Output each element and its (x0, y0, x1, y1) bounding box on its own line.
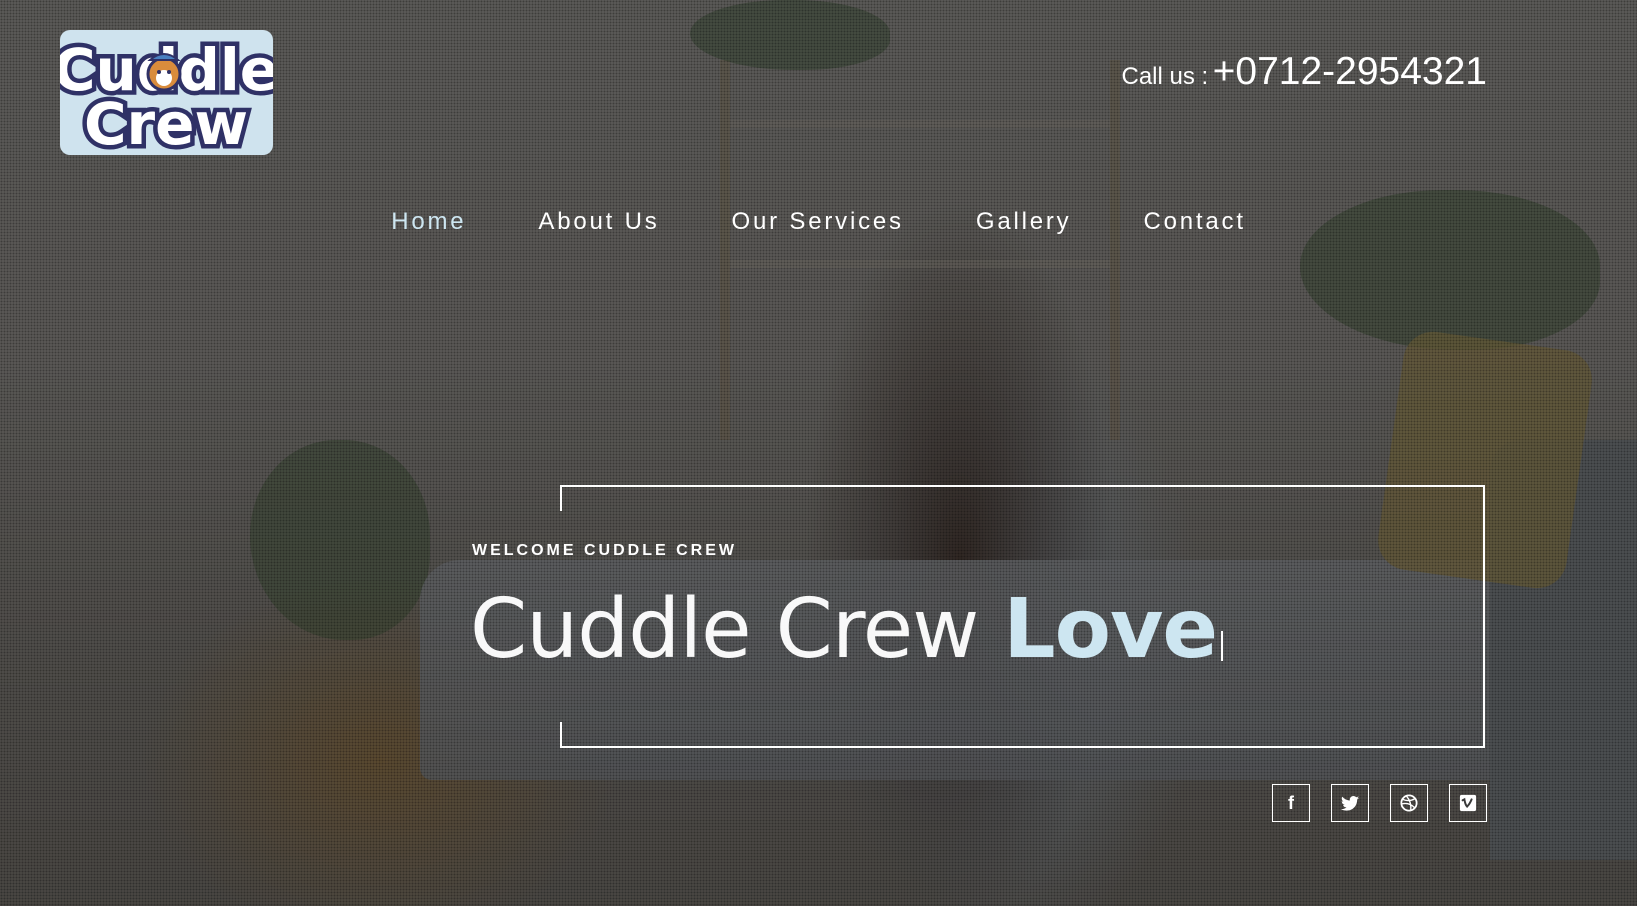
social-links: f (1272, 784, 1487, 822)
vimeo-icon[interactable] (1449, 784, 1487, 822)
logo-puppy-icon (146, 53, 182, 92)
main-navigation: Home About Us Our Services Gallery Conta… (0, 208, 1637, 236)
nav-item-about-us[interactable]: About Us (538, 208, 659, 236)
vimeo-logo-icon (1459, 794, 1477, 812)
headline-light-text: Cuddle Crew (470, 582, 979, 677)
headline-bold-text: Love (1003, 582, 1218, 677)
header-phone[interactable]: Call us : +0712-2954321 (1121, 50, 1487, 94)
call-us-label: Call us : (1121, 63, 1209, 90)
nav-item-contact[interactable]: Contact (1143, 208, 1245, 236)
hero-section: Cuddle Crew Call us : +0712-2954321 Home… (0, 0, 1637, 906)
hero-eyebrow: WELCOME CUDDLE CREW (472, 542, 737, 559)
nav-item-our-services[interactable]: Our Services (732, 208, 904, 236)
nav-item-home[interactable]: Home (391, 208, 466, 236)
typing-cursor (1221, 631, 1224, 661)
facebook-icon[interactable]: f (1272, 784, 1310, 822)
site-logo[interactable]: Cuddle Crew (60, 30, 273, 155)
hero-headline: Cuddle Crew Love (470, 582, 1224, 677)
phone-number[interactable]: +0712-2954321 (1213, 50, 1487, 93)
dribbble-icon[interactable] (1390, 784, 1428, 822)
nav-item-gallery[interactable]: Gallery (976, 208, 1072, 236)
twitter-bird-icon (1341, 795, 1359, 811)
hero-frame-corner-top (560, 485, 562, 511)
logo-text-line2: Crew (84, 90, 248, 155)
hero-frame-corner-bottom (560, 722, 562, 748)
twitter-icon[interactable] (1331, 784, 1369, 822)
dribbble-ball-icon (1400, 794, 1418, 812)
